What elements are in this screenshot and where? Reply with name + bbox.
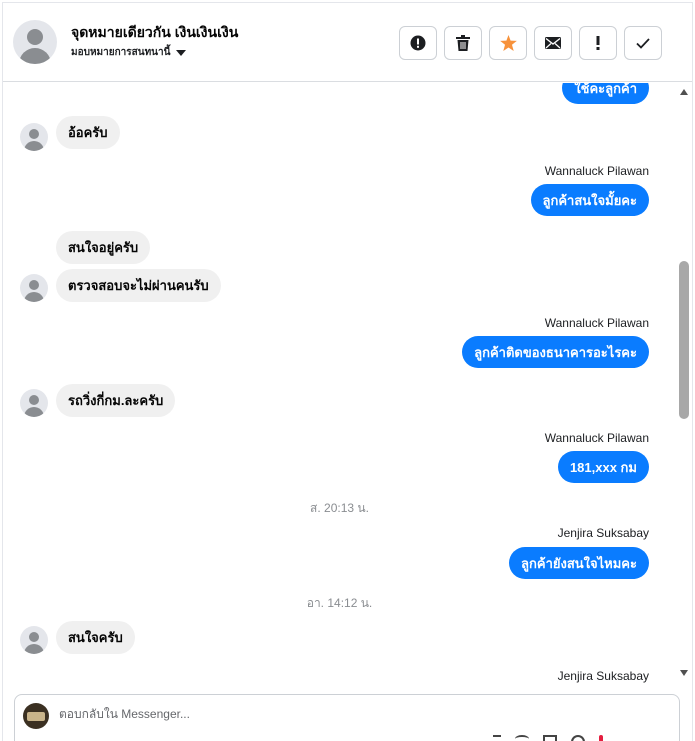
caret-down-icon [176,49,187,56]
sender-name: Wannaluck Pilawan [544,431,649,445]
avatar-body [19,48,51,64]
avatar-head [27,29,43,45]
message-bubble-incoming: สนใจอยู่ครับ [56,231,151,264]
sender-name: Jenjira Suksabay [557,669,649,683]
contact-avatar-small [20,626,48,654]
timestamp: ส. 20:13 น. [310,501,369,515]
message-bubble-outgoing: 181,xxx กม [557,451,649,483]
spam-button[interactable] [399,26,437,60]
message-bubble-outgoing: ลูกค้ายังสนใจไหมคะ [509,547,649,579]
star-icon [499,35,517,51]
scroll-down-arrow-icon[interactable] [680,670,688,676]
trash-icon [456,35,470,51]
reply-composer [14,694,680,741]
sticker-icon[interactable] [571,735,585,741]
message-bubble-outgoing: ลูกค้าสนใจมั้ยคะ [530,184,649,216]
message-bubble-incoming: ตรวจสอบจะไม่ผ่านคนรับ [56,269,221,302]
checkmark-icon [636,37,650,49]
contact-avatar[interactable] [13,20,57,64]
conversation-header: จุดหมายเดียวกัน เงินเงินเงิน มอบหมายการส… [3,3,692,82]
exclamation-icon [596,36,600,50]
message-bubble-incoming: อ้อครับ [56,116,120,149]
delete-button[interactable] [444,26,482,60]
image-icon[interactable] [543,735,557,741]
envelope-icon [545,37,561,49]
like-icon[interactable] [599,735,603,741]
follow-up-button[interactable] [579,26,617,60]
sender-name: Wannaluck Pilawan [544,316,649,330]
attachment-icon[interactable] [493,735,501,741]
mark-unread-button[interactable] [534,26,572,60]
star-button[interactable] [489,26,527,60]
contact-name[interactable]: จุดหมายเดียวกัน เงินเงินเงิน [71,22,238,44]
sender-name: Jenjira Suksabay [557,526,649,540]
thread-scrollbar[interactable] [676,83,692,688]
assign-conversation-dropdown[interactable]: มอบหมายการสนทนานี้ [71,45,187,60]
contact-avatar-small [20,123,48,151]
page-avatar [23,703,49,729]
composer-toolbar [493,735,603,741]
emoji-icon[interactable] [515,735,529,741]
contact-avatar-small [20,389,48,417]
message-thread[interactable]: ใช้คะลูกค้า อ้อครับ Wannaluck Pilawan ลู… [3,83,676,688]
scroll-up-arrow-icon[interactable] [680,89,688,95]
timestamp: อา. 14:12 น. [306,596,373,610]
alert-circle-icon [410,35,426,51]
message-bubble-incoming: สนใจครับ [56,621,135,654]
mark-done-button[interactable] [624,26,662,60]
assign-label: มอบหมายการสนทนานี้ [71,47,171,58]
message-bubble-outgoing: ใช้คะลูกค้า [562,83,649,104]
message-bubble-outgoing: ลูกค้าติดของธนาคารอะไรคะ [462,336,649,368]
reply-input[interactable] [59,707,619,721]
message-bubble-incoming: รถวิ่งกี่กม.ละครับ [56,384,176,417]
sender-name: Wannaluck Pilawan [544,164,649,178]
contact-avatar-small [20,274,48,302]
header-actions [399,26,662,60]
scrollbar-thumb[interactable] [679,261,689,419]
